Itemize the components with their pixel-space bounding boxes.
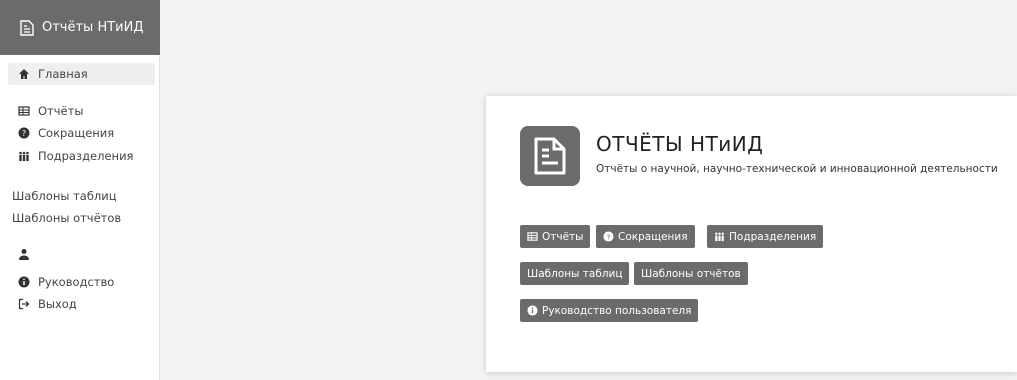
svg-text:?: ? — [607, 232, 611, 241]
reports-button[interactable]: Отчёты — [520, 225, 591, 248]
info-circle-icon — [527, 305, 538, 316]
document-icon — [534, 137, 566, 175]
sidebar-item-label: Отчёты — [38, 104, 84, 118]
table-icon — [18, 106, 30, 116]
users-icon — [19, 151, 29, 161]
sidebar-item-departments[interactable]: Подразделения — [8, 145, 155, 167]
page-subtitle: Отчёты о научной, научно-технической и и… — [596, 163, 998, 175]
sidebar-item-label: Руководство — [38, 275, 115, 289]
sidebar-item-home[interactable]: Главная — [8, 63, 155, 85]
sidebar-item-logout[interactable]: Выход — [8, 293, 155, 315]
info-circle-icon — [18, 276, 30, 288]
question-circle-icon: ? — [603, 231, 614, 242]
sidebar-item-report-templates[interactable]: Шаблоны отчётов — [12, 211, 121, 225]
brand-header[interactable]: Отчёты НТиИД — [0, 0, 160, 55]
button-label: Отчёты — [542, 230, 584, 243]
sign-out-icon — [18, 298, 30, 310]
question-circle-icon: ? — [18, 127, 30, 139]
app-logo — [520, 126, 580, 186]
svg-text:?: ? — [22, 129, 26, 138]
sidebar-item-label: Подразделения — [38, 149, 134, 163]
welcome-card: ОТЧЁТЫ НТиИД Отчёты о научной, научно-те… — [486, 96, 1017, 372]
button-label: Подразделения — [729, 230, 817, 243]
report-templates-button[interactable]: Шаблоны отчётов — [634, 262, 748, 285]
button-label: Шаблоны отчётов — [641, 267, 741, 280]
table-templates-button[interactable]: Шаблоны таблиц — [520, 262, 630, 285]
button-label: Шаблоны таблиц — [527, 267, 623, 280]
sidebar-item-label: Сокращения — [38, 126, 115, 140]
abbreviations-button[interactable]: ? Сокращения — [596, 225, 695, 248]
brand-title: Отчёты НТиИД — [42, 20, 144, 35]
home-icon — [19, 69, 29, 79]
sidebar-item-reports[interactable]: Отчёты — [8, 100, 155, 122]
user-guide-button[interactable]: Руководство пользователя — [520, 299, 699, 322]
button-label: Руководство пользователя — [542, 304, 692, 317]
button-label: Сокращения — [618, 230, 688, 243]
users-icon — [715, 232, 724, 242]
user-icon — [19, 249, 29, 260]
sidebar-item-guide[interactable]: Руководство — [8, 271, 155, 293]
table-icon — [527, 232, 538, 241]
sidebar-item-label: Выход — [38, 297, 77, 311]
page-title: ОТЧЁТЫ НТиИД — [596, 132, 764, 156]
sidebar-item-abbreviations[interactable]: ? Сокращения — [8, 122, 155, 144]
document-icon — [20, 19, 34, 36]
departments-button[interactable]: Подразделения — [707, 225, 824, 248]
sidebar-item-table-templates[interactable]: Шаблоны таблиц — [12, 189, 117, 203]
sidebar: Отчёты НТиИД Главная Отчёты ? Сокращения — [0, 0, 160, 380]
sidebar-item-label: Главная — [38, 67, 88, 81]
